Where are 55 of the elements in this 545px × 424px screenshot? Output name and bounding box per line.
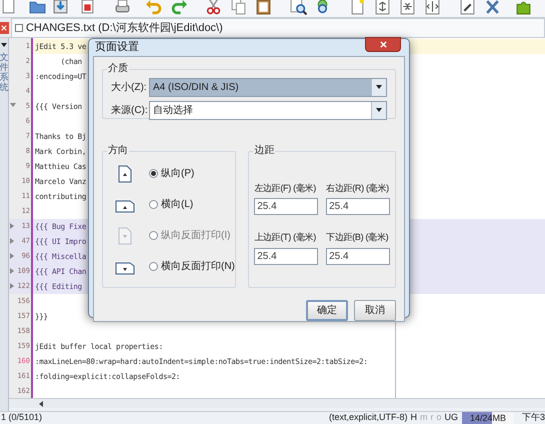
expand-icon[interactable] [374,0,391,15]
clock: 下午3 [522,411,545,424]
dropdown[interactable]: A4 (ISO/DIN & JIS) [149,78,387,96]
field-label: 左边距(F) (毫米) [254,182,317,195]
fold-arrow-icon[interactable] [10,223,14,229]
search-icon[interactable] [290,0,307,15]
puzzle-icon[interactable] [515,0,532,15]
close-icon[interactable] [0,22,9,34]
split-icon[interactable] [424,0,441,15]
radio-button[interactable]: 横向反面打印(N) [149,259,235,274]
clipboard-icon[interactable] [255,0,272,15]
radio-button[interactable]: 纵向(P) [149,166,194,181]
radio-button[interactable]: 横向(L) [149,197,194,212]
copy-icon[interactable] [230,0,247,15]
group-title: 介质 [107,62,129,74]
fold-arrow-icon[interactable] [10,268,14,274]
fold-arrow-icon[interactable] [10,238,14,244]
margin-input[interactable]: 25.4 [326,248,390,264]
margin-input[interactable]: 25.4 [254,198,318,215]
horizontal-scrollbar[interactable] [9,398,545,408]
file-tab[interactable]: CHANGES.txt (D:\河东软件园\jEdit\doc\) [10,18,545,37]
status-flag[interactable]: UG [444,411,458,424]
dialog-button[interactable]: 取消 [354,300,396,320]
split-icon[interactable] [399,0,416,15]
buffer-mode: (text,explicit,UTF-8) [328,411,408,424]
close-file-icon[interactable] [79,0,96,15]
dialog-title: 页面设置 [95,40,139,55]
fold-arrow-icon[interactable] [10,103,16,107]
page-icon[interactable] [0,0,17,15]
group-title: 方向 [107,144,129,156]
page-icon [118,226,132,244]
close-button[interactable] [365,37,401,52]
redo-icon[interactable] [171,0,188,15]
printer-icon[interactable] [114,0,131,15]
checkbox-icon [14,24,23,32]
page-icon [118,164,132,182]
dialog-button[interactable]: 确定 [306,300,348,320]
margin-input[interactable]: 25.4 [254,248,318,264]
field-label: 上边距(T) (毫米) [254,231,317,244]
field-label: 右边距(R) (毫米) [326,182,390,195]
download-icon[interactable] [52,0,69,15]
field-label: 大小(Z): [111,80,148,94]
close-icon [380,41,386,48]
cursor-position: 1 (0/5101) [0,411,42,424]
folder-icon[interactable] [29,0,46,15]
margin-input[interactable]: 25.4 [326,198,390,215]
fold-arrow-icon[interactable] [10,283,14,289]
scissors-icon[interactable] [205,0,222,15]
fold-arrow-icon[interactable] [10,253,14,259]
page-icon[interactable] [349,0,366,15]
status-flag[interactable]: H [410,411,417,424]
field-label: 来源(C): [111,104,149,118]
group-title: 边距 [253,144,276,156]
field-label: 下边距(B) (毫米) [326,231,390,244]
dropdown[interactable]: 自动选择 [149,100,387,120]
